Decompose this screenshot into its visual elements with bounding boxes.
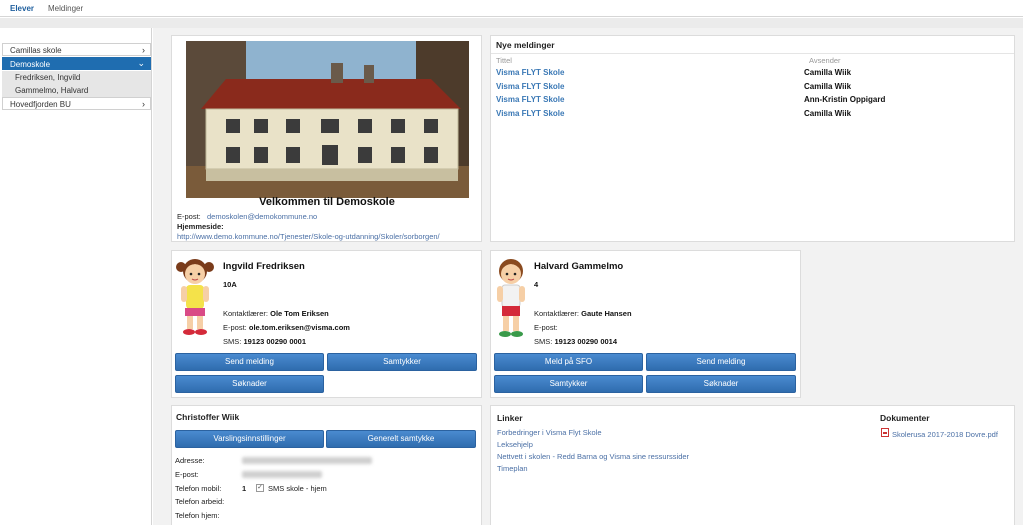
- sms-value: 19123 00290 0001: [243, 337, 307, 346]
- contact-label: Kontaktlærer:: [223, 309, 269, 318]
- consents-button[interactable]: Samtykker: [494, 375, 643, 393]
- mobile-value: 1: [242, 484, 247, 493]
- contact-teacher-row: Kontaktlærer: Ole Tom Eriksen: [223, 309, 329, 318]
- sidebar: Camillas skole › Demoskole ⌄ Fredriksen,…: [0, 28, 152, 525]
- work-phone-label: Telefon arbeid:: [175, 497, 225, 506]
- sms-row: SMS: 19123 00290 0014: [534, 337, 617, 346]
- email-label: E-post:: [534, 323, 558, 332]
- message-sender: Ann-Kristin Oppigard: [804, 95, 886, 104]
- school-homepage-label: Hjemmeside:: [177, 222, 224, 231]
- sidebar-item-label: Hovedfjorden BU: [10, 100, 71, 109]
- pdf-icon: [881, 428, 889, 437]
- contact-value: Gaute Hansen: [581, 309, 632, 318]
- chevron-down-icon: ⌄: [137, 58, 145, 68]
- top-navigation: Elever Meldinger: [0, 0, 1023, 17]
- mobile-label: Telefon mobil:: [175, 484, 222, 493]
- message-title[interactable]: Visma FLYT Skole: [496, 95, 564, 104]
- student-name: Halvard Gammelmo: [534, 261, 624, 272]
- sidebar-item-label: Demoskole: [10, 60, 51, 69]
- consents-button[interactable]: Samtykker: [327, 353, 477, 371]
- document-link[interactable]: Skolerusa 2017-2018 Dovre.pdf: [892, 430, 998, 439]
- email-row: E-post:: [534, 323, 558, 332]
- messages-heading: Nye meldinger: [496, 40, 555, 50]
- applications-button[interactable]: Søknader: [646, 375, 796, 393]
- sidebar-item-demoskole[interactable]: Demoskole ⌄: [2, 57, 151, 70]
- school-photo: [186, 41, 469, 198]
- notification-settings-button[interactable]: Varslingsinnstillinger: [175, 430, 324, 448]
- student-card: Ingvild Fredriksen 10A Kontaktlærer: Ole…: [171, 250, 482, 398]
- sidebar-item-label: Camillas skole: [10, 46, 62, 55]
- school-email-label: E-post:: [177, 212, 201, 221]
- student-class: 4: [534, 280, 539, 289]
- tab-meldinger[interactable]: Meldinger: [48, 4, 83, 13]
- school-email-link[interactable]: demoskolen@demokommune.no: [207, 212, 317, 221]
- documents-heading: Dokumenter: [880, 413, 930, 423]
- email-row: E-post: ole.tom.eriksen@visma.com: [223, 323, 350, 332]
- student-class: 10A: [223, 280, 237, 289]
- links-panel: Linker Forbedringer i Visma Flyt Skole L…: [490, 405, 1015, 525]
- tab-elever[interactable]: Elever: [10, 4, 34, 13]
- guardian-panel: Christoffer Wiik Varslingsinnstillinger …: [171, 405, 482, 525]
- general-consent-button[interactable]: Generelt samtykke: [326, 430, 476, 448]
- sidebar-item-hovedfjorden[interactable]: Hovedfjorden BU ›: [2, 97, 151, 110]
- link-item[interactable]: Nettvett i skolen - Redd Barna og Visma …: [497, 452, 689, 461]
- message-sender: Camilla Wiik: [804, 82, 852, 91]
- message-sender: Camilla Wiik: [804, 68, 852, 77]
- school-panel: Velkommen til Demoskole E-post: demoskol…: [171, 35, 482, 242]
- send-message-button[interactable]: Send melding: [646, 353, 796, 371]
- email-value: ole.tom.eriksen@visma.com: [248, 323, 350, 332]
- redacted-address: [242, 457, 372, 464]
- sms-checkbox[interactable]: ✓: [256, 484, 264, 492]
- link-item[interactable]: Leksehjelp: [497, 440, 533, 449]
- sms-row: SMS: 19123 00290 0001: [223, 337, 306, 346]
- message-sender: Camilla Wiik: [804, 109, 852, 118]
- sms-value: 19123 00290 0014: [554, 337, 618, 346]
- header-divider: [0, 18, 1023, 28]
- sidebar-item-camillas-skole[interactable]: Camillas skole ›: [2, 43, 151, 56]
- student-name: Ingvild Fredriksen: [223, 261, 305, 272]
- school-homepage-link[interactable]: http://www.demo.kommune.no/Tjenester/Sko…: [177, 232, 440, 241]
- redacted-email: [242, 471, 322, 478]
- address-label: Adresse:: [175, 456, 205, 465]
- girl-avatar-icon: [176, 259, 214, 335]
- boy-avatar-icon: [497, 259, 525, 337]
- divider: [491, 53, 1014, 54]
- email-label: E-post:: [175, 470, 199, 479]
- register-sfo-button[interactable]: Meld på SFO: [494, 353, 643, 371]
- sms-label: SMS:: [223, 337, 242, 346]
- message-title[interactable]: Visma FLYT Skole: [496, 68, 564, 77]
- guardian-name: Christoffer Wiik: [176, 412, 240, 422]
- sms-label: SMS:: [534, 337, 553, 346]
- chevron-right-icon: ›: [142, 99, 145, 109]
- links-heading: Linker: [497, 413, 523, 423]
- contact-value: Ole Tom Eriksen: [270, 309, 329, 318]
- contact-label: Kontaktlærer:: [534, 309, 580, 318]
- student-card: Halvard Gammelmo 4 Kontaktlærer: Gaute H…: [490, 250, 801, 398]
- message-title[interactable]: Visma FLYT Skole: [496, 82, 564, 91]
- sidebar-subitem-gammelmo[interactable]: Gammelmo, Halvard: [2, 84, 151, 97]
- send-message-button[interactable]: Send melding: [175, 353, 324, 371]
- chevron-right-icon: ›: [142, 45, 145, 55]
- email-label: E-post:: [223, 323, 247, 332]
- messages-panel: Nye meldinger Tittel Avsender Visma FLYT…: [490, 35, 1015, 242]
- sidebar-subitem-fredriksen[interactable]: Fredriksen, Ingvild: [2, 71, 151, 84]
- sms-option-label: SMS skole - hjem: [268, 484, 327, 493]
- message-title[interactable]: Visma FLYT Skole: [496, 109, 564, 118]
- applications-button[interactable]: Søknader: [175, 375, 324, 393]
- col-sender: Avsender: [809, 56, 841, 65]
- contact-teacher-row: Kontaktlærer: Gaute Hansen: [534, 309, 632, 318]
- home-phone-label: Telefon hjem:: [175, 511, 220, 520]
- link-item[interactable]: Timeplan: [497, 464, 528, 473]
- welcome-heading: Velkommen til Demoskole: [259, 196, 395, 208]
- col-title: Tittel: [496, 56, 512, 65]
- link-item[interactable]: Forbedringer i Visma Flyt Skole: [497, 428, 601, 437]
